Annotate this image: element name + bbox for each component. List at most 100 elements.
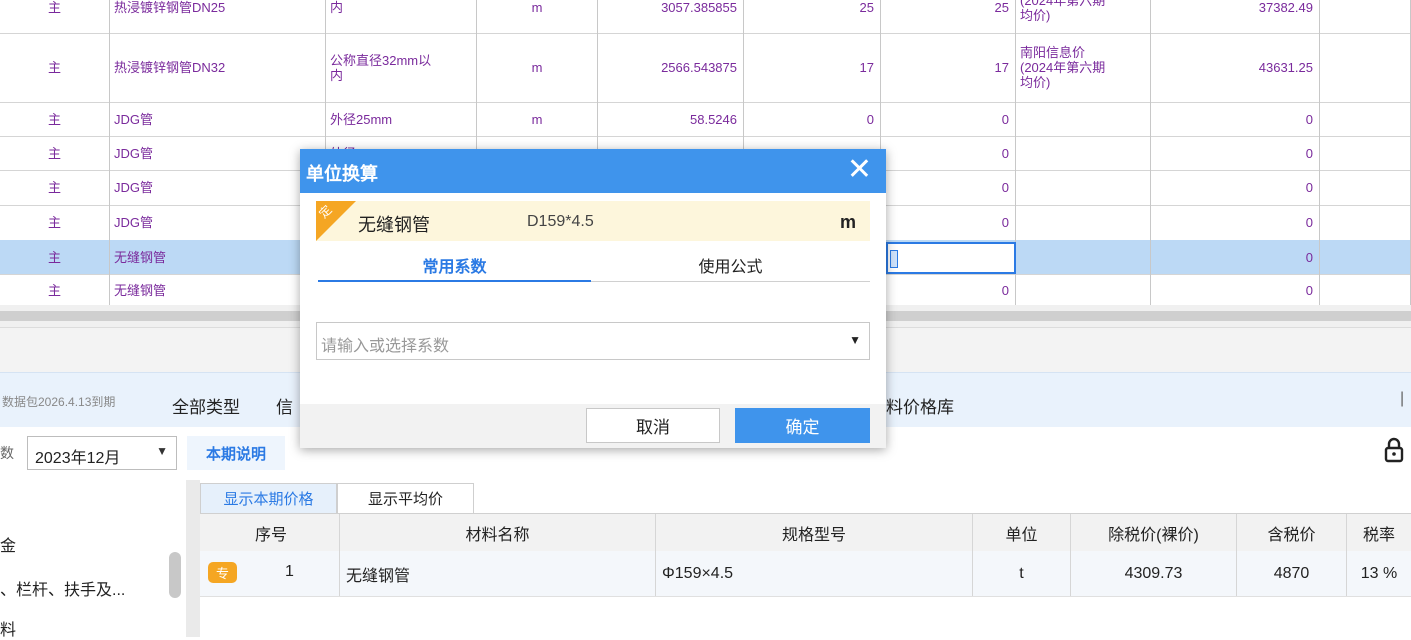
- cell-type[interactable]: 主: [0, 102, 110, 136]
- cell-source[interactable]: [1016, 170, 1151, 205]
- cell-amount[interactable]: 43631.25: [1151, 33, 1320, 102]
- cell-text: 热浸镀锌钢管DN25: [114, 0, 226, 15]
- cell-type[interactable]: 主: [0, 170, 110, 205]
- cell-c5[interactable]: 25: [744, 0, 881, 33]
- cancel-button[interactable]: 取消: [586, 408, 720, 443]
- cell-text: 0: [1001, 215, 1009, 230]
- all-types-tab[interactable]: 全部类型: [172, 393, 240, 418]
- cell-amount[interactable]: 37382.49: [1151, 0, 1320, 33]
- col-spec[interactable]: 规格型号: [656, 514, 973, 551]
- cell-c6[interactable]: 0: [881, 274, 1016, 305]
- cell-qty[interactable]: 58.5246: [598, 102, 744, 136]
- cell-pad[interactable]: [1320, 136, 1411, 170]
- cell-pad[interactable]: [1320, 170, 1411, 205]
- cell-type[interactable]: 主: [0, 136, 110, 170]
- cell-name[interactable]: JDG管: [110, 170, 326, 205]
- cell-price-ex: 4309.73: [1071, 551, 1237, 596]
- table-row[interactable]: 主 热浸镀锌钢管DN32 公称直径32mm以 内 m 2566.543875 17 17 南阳…: [0, 33, 1411, 103]
- cell-unit[interactable]: m: [477, 102, 598, 136]
- confirm-button[interactable]: 确定: [735, 408, 870, 443]
- cell-c6[interactable]: 0: [881, 205, 1016, 240]
- cell-pad[interactable]: [1320, 205, 1411, 240]
- cell-spec[interactable]: 外径25mm: [326, 102, 477, 136]
- cell-source[interactable]: (2024年第六期 均价): [1016, 0, 1151, 33]
- cell-name[interactable]: JDG管: [110, 102, 326, 136]
- pane-divider[interactable]: [186, 480, 200, 637]
- cell-c6[interactable]: 0: [881, 136, 1016, 170]
- cell-name[interactable]: 无缝钢管: [110, 240, 326, 274]
- col-unit[interactable]: 单位: [973, 514, 1071, 551]
- cell-source[interactable]: [1016, 274, 1151, 305]
- table-row[interactable]: 主 热浸镀锌钢管DN25 内 m 3057.385855 25 25 (2024年第六期 均价…: [0, 0, 1411, 34]
- coefficient-combobox[interactable]: 请输入或选择系数 ▼: [316, 322, 870, 360]
- cell-c5[interactable]: 0: [744, 102, 881, 136]
- col-name[interactable]: 材料名称: [340, 514, 656, 551]
- col-price-inc[interactable]: 含税价: [1237, 514, 1347, 551]
- cell-text: 0: [1305, 145, 1313, 161]
- cell-type[interactable]: 主: [0, 205, 110, 240]
- cell-pad[interactable]: [1320, 102, 1411, 136]
- cell-source[interactable]: [1016, 136, 1151, 170]
- tree-item[interactable]: 、栏杆、扶手及...: [0, 576, 125, 600]
- cell-pad[interactable]: [1320, 274, 1411, 305]
- tree-item[interactable]: 金: [0, 532, 16, 556]
- cell-spec[interactable]: 内: [326, 0, 477, 33]
- cell-name[interactable]: 无缝钢管: [110, 274, 326, 305]
- cell-name[interactable]: 热浸镀锌钢管DN25: [110, 0, 326, 33]
- col-tax[interactable]: 税率: [1347, 514, 1411, 551]
- table-row[interactable]: 主 JDG管 外径25mm m 58.5246 0 0 0: [0, 102, 1411, 137]
- cell-pad[interactable]: [1320, 240, 1411, 274]
- cell-name[interactable]: JDG管: [110, 205, 326, 240]
- period-select[interactable]: 2023年12月 ▼: [27, 436, 177, 470]
- cell-c6[interactable]: 0: [881, 102, 1016, 136]
- cell-unit[interactable]: m: [477, 0, 598, 33]
- cell-amount[interactable]: 0: [1151, 102, 1320, 136]
- tab-use-formula[interactable]: 使用公式: [594, 249, 867, 280]
- table-row[interactable]: 专 1 无缝钢管 Φ159×4.5 t 4309.73 4870 13 %: [200, 551, 1411, 597]
- cell-text: 0: [1001, 145, 1009, 161]
- cell-type[interactable]: 主: [0, 33, 110, 102]
- cell-source[interactable]: [1016, 240, 1151, 274]
- lock-icon[interactable]: [1383, 437, 1405, 469]
- cell-qty[interactable]: 2566.543875: [598, 33, 744, 102]
- cell-amount[interactable]: 0: [1151, 274, 1320, 305]
- dialog-titlebar[interactable]: 单位换算 ✕: [300, 149, 886, 193]
- tree-item[interactable]: 料: [0, 616, 16, 640]
- cell-source[interactable]: [1016, 205, 1151, 240]
- editing-cell[interactable]: [886, 242, 1016, 274]
- cell-amount[interactable]: 0: [1151, 136, 1320, 170]
- cell-c5[interactable]: 17: [744, 33, 881, 102]
- tab-common-coefficient[interactable]: 常用系数: [318, 249, 591, 282]
- coefficient-placeholder: 请输入或选择系数: [321, 338, 450, 355]
- info-price-tab[interactable]: 信: [276, 393, 293, 418]
- tree-scrollbar[interactable]: [169, 552, 181, 598]
- cell-qty[interactable]: 3057.385855: [598, 0, 744, 33]
- cell-name[interactable]: 热浸镀锌钢管DN32: [110, 33, 326, 102]
- unit-conversion-dialog: 单位换算 ✕ 定 无缝钢管 D159*4.5 m 常用系数 使用公式 请输入或选…: [300, 149, 886, 448]
- cell-c6[interactable]: 17: [881, 33, 1016, 102]
- cell-text: 主: [47, 111, 61, 127]
- period-note-button[interactable]: 本期说明: [187, 436, 285, 470]
- cell-unit[interactable]: m: [477, 33, 598, 102]
- cell-c6[interactable]: 25: [881, 0, 1016, 33]
- cell-amount[interactable]: 0: [1151, 240, 1320, 274]
- cell-amount[interactable]: 0: [1151, 170, 1320, 205]
- cell-type[interactable]: 主: [0, 240, 110, 274]
- tab-current-price[interactable]: 显示本期价格: [200, 483, 337, 513]
- cell-name[interactable]: JDG管: [110, 136, 326, 170]
- col-price-ex[interactable]: 除税价(裸价): [1071, 514, 1237, 551]
- price-library-tab[interactable]: 料价格库: [886, 393, 954, 418]
- cell-type[interactable]: 主: [0, 274, 110, 305]
- cell-spec[interactable]: 公称直径32mm以 内: [326, 33, 477, 102]
- cell-c6[interactable]: 0: [881, 170, 1016, 205]
- cell-type[interactable]: 主: [0, 0, 110, 33]
- close-icon[interactable]: ✕: [847, 153, 872, 187]
- caret-down-icon[interactable]: ▼: [849, 333, 861, 347]
- tab-average-price[interactable]: 显示平均价: [337, 483, 474, 513]
- col-index[interactable]: 序号: [200, 514, 340, 551]
- cell-source[interactable]: 南阳信息价 (2024年第六期 均价): [1016, 33, 1151, 102]
- cell-pad[interactable]: [1320, 33, 1411, 102]
- cell-amount[interactable]: 0: [1151, 205, 1320, 240]
- cell-source[interactable]: [1016, 102, 1151, 136]
- cell-pad[interactable]: [1320, 0, 1411, 33]
